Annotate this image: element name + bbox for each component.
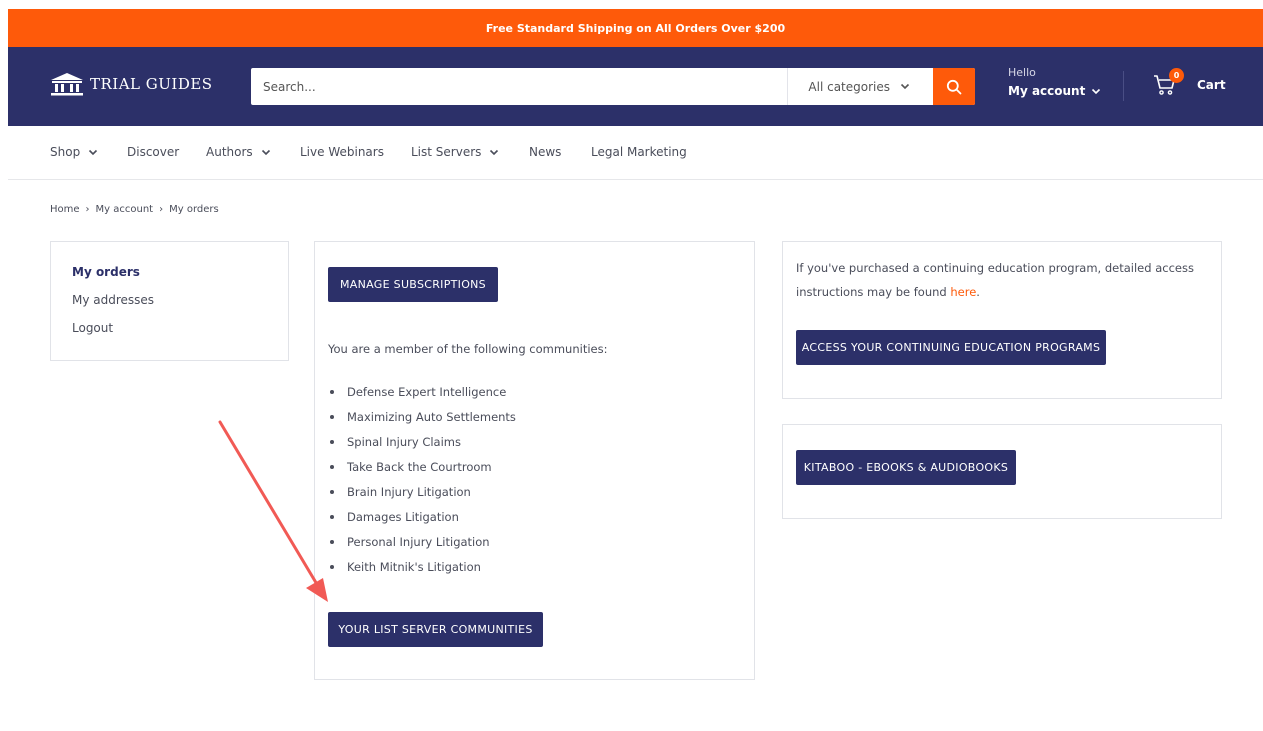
nav-item-authors[interactable]: Authors — [206, 145, 271, 159]
account-greeting: Hello — [1008, 66, 1036, 79]
list-item: Defense Expert Intelligence — [328, 379, 516, 404]
nav-item-live-webinars[interactable]: Live Webinars — [300, 145, 384, 159]
ce-here-link[interactable]: here — [950, 285, 976, 299]
community-name: Spinal Injury Claims — [347, 434, 461, 449]
chevron-down-icon — [89, 149, 98, 155]
member-text: You are a member of the following commun… — [328, 342, 608, 356]
community-name: Brain Injury Litigation — [347, 484, 471, 499]
brand-name: TRIAL GUIDES — [90, 75, 213, 93]
chevron-down-icon — [490, 149, 499, 155]
nav-label: News — [529, 145, 562, 159]
cart-label: Cart — [1197, 78, 1226, 92]
bullet-icon — [330, 489, 334, 494]
search-input[interactable] — [251, 68, 787, 105]
header-divider — [1123, 71, 1124, 101]
list-item: Take Back the Courtroom — [328, 454, 516, 479]
community-name: Defense Expert Intelligence — [347, 384, 507, 399]
nav-label: List Servers — [411, 145, 482, 159]
nav-item-discover[interactable]: Discover — [127, 145, 179, 159]
community-name: Personal Injury Litigation — [347, 534, 490, 549]
nav-label: Discover — [127, 145, 180, 159]
chevron-down-icon — [900, 83, 910, 90]
list-item: Spinal Injury Claims — [328, 429, 516, 454]
sidebar-item-my-addresses[interactable]: My addresses — [72, 293, 154, 307]
list-server-communities-button[interactable]: YOUR LIST SERVER COMMUNITIES — [328, 612, 543, 647]
page: Free Standard Shipping on All Orders Ove… — [8, 9, 1263, 731]
search-icon — [946, 79, 962, 94]
chevron-down-icon — [1092, 88, 1101, 94]
list-item: Damages Litigation — [328, 504, 516, 529]
list-item: Personal Injury Litigation — [328, 529, 516, 554]
brand-logo[interactable]: TRIAL GUIDES — [50, 72, 213, 96]
cart-icon-wrap: 0 — [1153, 68, 1184, 97]
breadcrumb-my-account[interactable]: My account — [96, 204, 154, 215]
account-label-row: My account — [1008, 84, 1101, 98]
nav-label: Authors — [206, 145, 253, 159]
account-label: My account — [1008, 84, 1086, 98]
nav-item-news[interactable]: News — [529, 145, 561, 159]
continuing-education-text: If you've purchased a continuing educati… — [796, 256, 1211, 304]
nav-label: Live Webinars — [300, 145, 384, 159]
chevron-down-icon — [261, 149, 270, 155]
bullet-icon — [330, 514, 334, 519]
list-item: Maximizing Auto Settlements — [328, 404, 516, 429]
breadcrumb-my-orders: My orders — [169, 204, 219, 215]
site-header: TRIAL GUIDES All categories Hello My a — [8, 47, 1263, 126]
nav-item-list-servers[interactable]: List Servers — [411, 145, 499, 159]
list-item: Brain Injury Litigation — [328, 479, 516, 504]
bullet-icon — [330, 439, 334, 444]
breadcrumb-separator-icon: › — [85, 204, 90, 215]
bullet-icon — [330, 564, 334, 569]
ce-description: If you've purchased a continuing educati… — [796, 261, 1194, 299]
nav-item-shop[interactable]: Shop — [50, 145, 98, 159]
breadcrumb-separator-icon: › — [159, 204, 164, 215]
search-bar: All categories — [251, 68, 975, 105]
category-select[interactable]: All categories — [788, 68, 932, 105]
bullet-icon — [330, 389, 334, 394]
kitaboo-button[interactable]: KITABOO - EBOOKS & AUDIOBOOKS — [796, 450, 1016, 485]
sidebar-item-my-orders[interactable]: My orders — [72, 265, 140, 279]
subscriptions-panel: MANAGE SUBSCRIPTIONS You are a member of… — [314, 241, 755, 680]
community-name: Take Back the Courtroom — [347, 459, 492, 474]
announcement-bar: Free Standard Shipping on All Orders Ove… — [8, 9, 1263, 47]
nav-item-legal-marketing[interactable]: Legal Marketing — [591, 145, 687, 159]
account-sidebar: My orders My addresses Logout — [50, 241, 289, 361]
access-continuing-education-button[interactable]: ACCESS YOUR CONTINUING EDUCATION PROGRAM… — [796, 330, 1106, 365]
bullet-icon — [330, 464, 334, 469]
bullet-icon — [330, 539, 334, 544]
cart-count-badge: 0 — [1169, 68, 1184, 83]
main-nav: Shop Discover Authors Live Webinars List… — [8, 126, 1263, 180]
continuing-education-panel: If you've purchased a continuing educati… — [782, 241, 1222, 399]
nav-label: Legal Marketing — [591, 145, 687, 159]
account-menu[interactable]: Hello My account — [1008, 66, 1101, 98]
sidebar-item-logout[interactable]: Logout — [72, 321, 113, 335]
community-name: Damages Litigation — [347, 509, 459, 524]
community-list: Defense Expert Intelligence Maximizing A… — [328, 379, 516, 579]
search-button[interactable] — [933, 68, 975, 105]
manage-subscriptions-button[interactable]: MANAGE SUBSCRIPTIONS — [328, 267, 498, 302]
category-label: All categories — [808, 79, 890, 94]
breadcrumb: Home › My account › My orders — [50, 204, 219, 215]
ce-period: . — [976, 285, 980, 299]
bank-building-logo — [51, 73, 83, 96]
list-item: Keith Mitnik's Litigation — [328, 554, 516, 579]
nav-label: Shop — [50, 145, 81, 159]
cart-button[interactable]: 0 Cart — [1153, 68, 1226, 97]
announcement-text: Free Standard Shipping on All Orders Ove… — [485, 21, 786, 35]
community-name: Maximizing Auto Settlements — [347, 409, 516, 424]
bullet-icon — [330, 414, 334, 419]
community-name: Keith Mitnik's Litigation — [347, 559, 481, 574]
kitaboo-panel: KITABOO - EBOOKS & AUDIOBOOKS — [782, 424, 1222, 519]
breadcrumb-home[interactable]: Home — [50, 204, 80, 215]
